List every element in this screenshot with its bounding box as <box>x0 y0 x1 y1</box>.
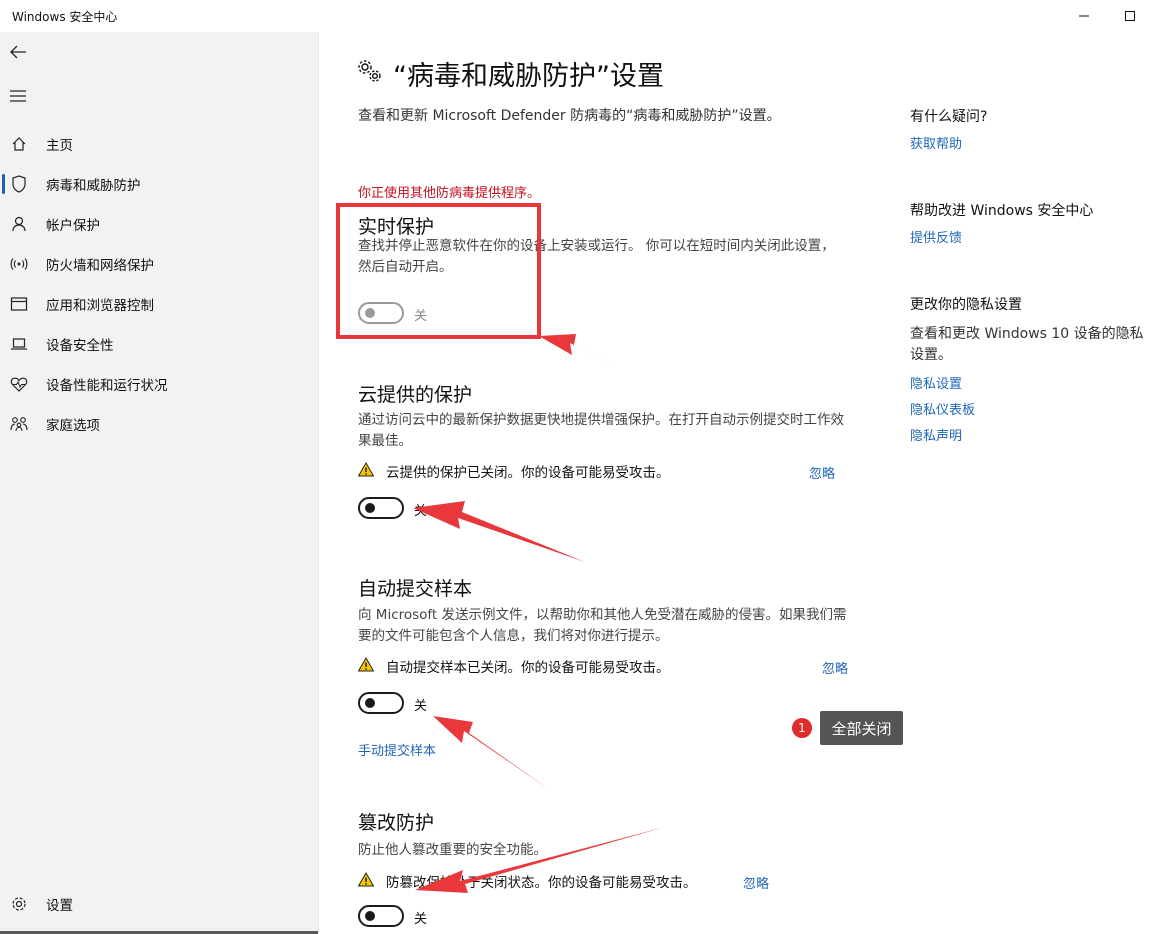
arrow-cloud <box>413 501 585 562</box>
step-badge: 1 <box>792 718 812 738</box>
annotation-arrows <box>413 334 665 893</box>
arrow-sample <box>433 716 550 790</box>
turn-all-off-tooltip: 全部关闭 <box>820 711 903 745</box>
arrow-realtime <box>539 334 652 383</box>
arrow-tamper <box>415 827 665 893</box>
